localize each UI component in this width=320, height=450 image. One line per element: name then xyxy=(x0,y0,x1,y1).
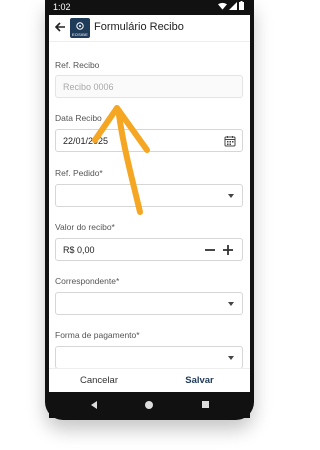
chevron-down-icon xyxy=(228,302,234,306)
app-screen: EOSIBE Formulário Recibo Ref. Recibo Rec… xyxy=(49,15,250,392)
save-button[interactable]: Salvar xyxy=(149,369,250,392)
ref-recibo-placeholder: Recibo 0006 xyxy=(63,82,114,92)
back-arrow-icon[interactable] xyxy=(52,19,68,35)
nav-home-icon[interactable] xyxy=(145,401,153,409)
system-nav-bar xyxy=(49,392,250,418)
valor-field[interactable]: R$ 0,00 xyxy=(55,238,243,261)
chevron-down-icon xyxy=(228,194,234,198)
ref-pedido-select[interactable] xyxy=(55,184,243,207)
plus-icon[interactable] xyxy=(222,244,234,256)
calendar-icon[interactable] xyxy=(224,135,236,147)
logo-text: EOSIBE xyxy=(71,32,89,37)
correspondente-select[interactable] xyxy=(55,292,243,315)
chevron-down-icon xyxy=(228,356,234,360)
ref-recibo-field[interactable]: Recibo 0006 xyxy=(55,75,243,98)
signal-icon xyxy=(229,1,237,10)
status-bar: 1:02 xyxy=(49,0,250,15)
minus-icon[interactable] xyxy=(204,244,216,256)
forma-pagamento-label: Forma de pagamento* xyxy=(55,330,140,340)
app-logo: EOSIBE xyxy=(70,18,90,38)
battery-icon xyxy=(239,1,244,10)
cancel-button[interactable]: Cancelar xyxy=(49,369,149,392)
data-recibo-field[interactable]: 22/01/2025 xyxy=(55,129,243,152)
data-recibo-label: Data Recibo xyxy=(55,113,102,123)
nav-recents-icon[interactable] xyxy=(202,401,209,408)
action-bar: Cancelar Salvar xyxy=(49,368,250,392)
ref-pedido-label: Ref. Pedido* xyxy=(55,168,103,178)
forma-pagamento-select[interactable] xyxy=(55,346,243,369)
nav-back-icon[interactable] xyxy=(91,401,97,409)
valor-value: R$ 0,00 xyxy=(63,245,95,255)
app-bar: EOSIBE Formulário Recibo xyxy=(49,15,250,42)
ref-recibo-label: Ref. Recibo xyxy=(55,60,100,70)
status-time: 1:02 xyxy=(53,2,71,12)
correspondente-label: Correspondente* xyxy=(55,276,120,286)
logo-mark-icon xyxy=(76,22,84,30)
page-title: Formulário Recibo xyxy=(94,21,184,33)
valor-label: Valor do recibo* xyxy=(55,222,115,232)
status-icons xyxy=(218,1,244,10)
data-recibo-value: 22/01/2025 xyxy=(63,136,109,146)
wifi-icon xyxy=(218,2,227,10)
